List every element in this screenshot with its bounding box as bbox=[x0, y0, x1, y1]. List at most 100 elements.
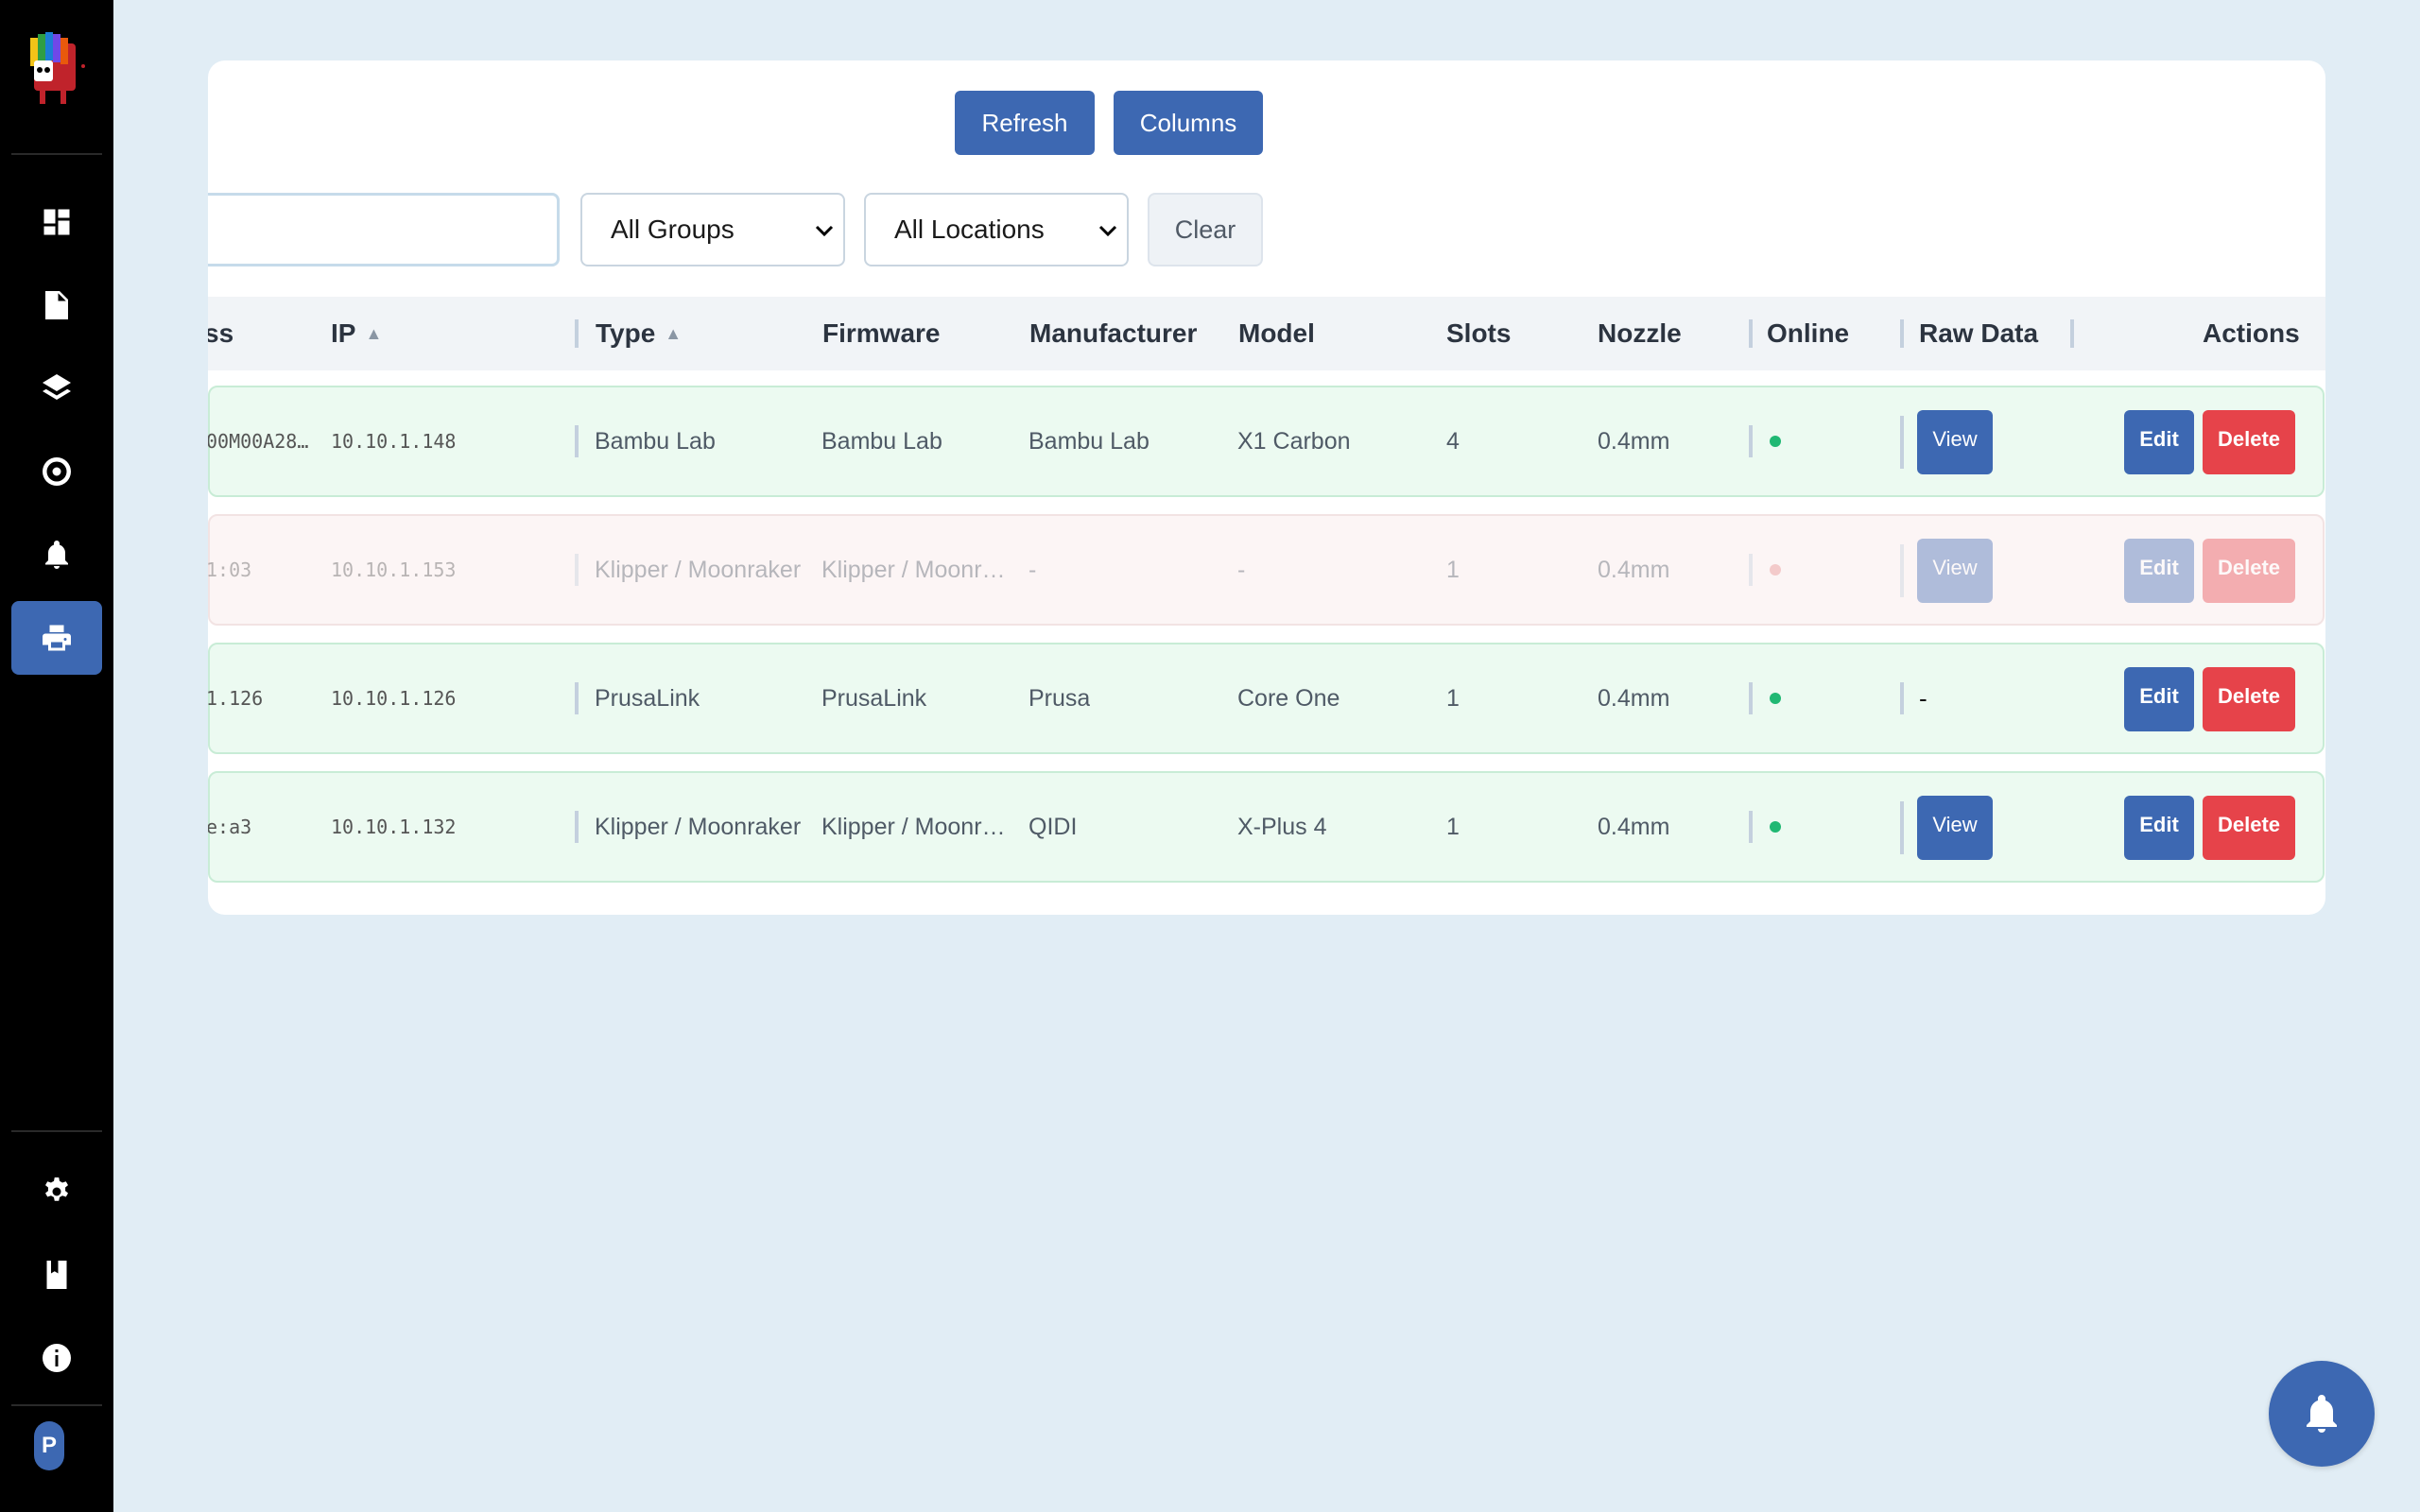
column-header-actions: Actions bbox=[2203, 318, 2300, 348]
column-resize-handle[interactable] bbox=[1749, 319, 1753, 348]
column-header-type[interactable]: Type ▲ bbox=[596, 297, 682, 370]
sidebar-item-layers[interactable] bbox=[11, 352, 102, 425]
cell-address: 1:03 bbox=[208, 558, 252, 581]
cell-model: X1 Carbon bbox=[1237, 427, 1351, 455]
column-header-ip[interactable]: IP ▲ bbox=[331, 297, 382, 370]
cell-firmware: PrusaLink bbox=[821, 685, 927, 712]
group-filter-select[interactable]: All Groups bbox=[580, 193, 845, 266]
column-header-address[interactable]: ss bbox=[208, 297, 233, 370]
view-raw-data-button[interactable]: View bbox=[1917, 410, 1993, 474]
sidebar-item-docs[interactable] bbox=[11, 1238, 102, 1312]
cell-model: - bbox=[1237, 556, 1246, 583]
cell-firmware: Bambu Lab bbox=[821, 428, 942, 455]
cell-divider bbox=[1749, 425, 1753, 457]
sidebar-item-spools[interactable] bbox=[11, 435, 102, 508]
column-header-online[interactable]: Online bbox=[1767, 297, 1849, 370]
edit-button[interactable]: Edit bbox=[2124, 539, 2194, 603]
cell-divider bbox=[575, 682, 579, 714]
chevron-down-icon bbox=[1098, 225, 1117, 237]
view-raw-data-button[interactable]: View bbox=[1917, 539, 1993, 603]
cell-nozzle: 0.4mm bbox=[1598, 684, 1670, 712]
edit-button[interactable]: Edit bbox=[2124, 796, 2194, 860]
cell-nozzle: 0.4mm bbox=[1598, 813, 1670, 840]
cell-slots: 4 bbox=[1446, 427, 1460, 455]
dashboard-icon bbox=[43, 209, 70, 235]
column-header-model[interactable]: Model bbox=[1238, 297, 1315, 370]
chevron-down-icon bbox=[815, 225, 834, 237]
group-filter-value: All Groups bbox=[611, 215, 735, 244]
sidebar-item-about[interactable] bbox=[11, 1321, 102, 1395]
location-filter-value: All Locations bbox=[894, 215, 1045, 244]
search-input[interactable] bbox=[208, 193, 560, 266]
raw-data-empty: - bbox=[1919, 683, 1927, 713]
columns-button[interactable]: Columns bbox=[1114, 91, 1263, 155]
location-filter-select[interactable]: All Locations bbox=[864, 193, 1129, 266]
cell-firmware: Klipper / Moonraker bbox=[821, 557, 1011, 583]
sidebar-item-printers[interactable] bbox=[11, 601, 102, 675]
column-header-raw-data[interactable]: Raw Data bbox=[1919, 297, 2038, 370]
column-resize-handle[interactable] bbox=[575, 319, 579, 348]
bell-icon bbox=[45, 541, 68, 569]
sidebar-divider bbox=[11, 1130, 102, 1132]
cell-address: 1.126 bbox=[208, 687, 264, 710]
cell-manufacturer: - bbox=[1028, 556, 1037, 583]
delete-button[interactable]: Delete bbox=[2203, 796, 2295, 860]
cell-nozzle: 0.4mm bbox=[1598, 556, 1670, 583]
column-resize-handle[interactable] bbox=[1900, 319, 1904, 348]
file-icon bbox=[45, 291, 68, 319]
clear-filters-button[interactable]: Clear bbox=[1148, 193, 1263, 266]
cell-manufacturer: Bambu Lab bbox=[1028, 427, 1150, 455]
edit-button[interactable]: Edit bbox=[2124, 410, 2194, 474]
cell-ip: 10.10.1.153 bbox=[331, 558, 457, 581]
info-icon bbox=[43, 1344, 71, 1372]
cell-divider bbox=[1749, 554, 1753, 586]
avatar[interactable]: P bbox=[34, 1421, 64, 1470]
table-header: ss IP ▲ Type ▲ Firmware Manufacturer Model… bbox=[208, 297, 2325, 370]
offline-status-dot bbox=[1770, 564, 1781, 576]
cell-divider bbox=[1900, 544, 1904, 597]
cell-ip: 10.10.1.126 bbox=[331, 687, 457, 710]
spool-icon bbox=[43, 457, 71, 486]
refresh-button[interactable]: Refresh bbox=[955, 91, 1095, 155]
column-header-slots[interactable]: Slots bbox=[1446, 297, 1511, 370]
sidebar-item-dashboard[interactable] bbox=[11, 185, 102, 259]
online-status-dot bbox=[1770, 693, 1781, 704]
delete-button[interactable]: Delete bbox=[2203, 410, 2295, 474]
cell-model: X-Plus 4 bbox=[1237, 813, 1327, 840]
column-resize-handle[interactable] bbox=[2070, 319, 2074, 348]
sidebar: P bbox=[0, 0, 113, 1512]
printers-card: Refresh Columns All Groups All Locations… bbox=[208, 60, 2325, 915]
cell-divider bbox=[575, 811, 579, 843]
cell-ip: 10.10.1.148 bbox=[331, 430, 457, 453]
table-row: 00M00A280… 10.10.1.148 Bambu Lab Bambu L… bbox=[208, 386, 2325, 497]
cell-divider bbox=[1900, 801, 1904, 854]
cell-nozzle: 0.4mm bbox=[1598, 427, 1670, 455]
cell-type: Bambu Lab bbox=[595, 427, 716, 455]
online-status-dot bbox=[1770, 821, 1781, 833]
cell-divider bbox=[1749, 682, 1753, 714]
cell-firmware: Klipper / Moonraker bbox=[821, 814, 1011, 840]
sidebar-item-notifications[interactable] bbox=[11, 518, 102, 592]
edit-button[interactable]: Edit bbox=[2124, 667, 2194, 731]
online-status-dot bbox=[1770, 436, 1781, 447]
gear-icon bbox=[45, 1177, 68, 1201]
delete-button[interactable]: Delete bbox=[2203, 667, 2295, 731]
notifications-fab-button[interactable] bbox=[2269, 1361, 2375, 1467]
column-header-firmware[interactable]: Firmware bbox=[822, 297, 941, 370]
app-logo[interactable] bbox=[21, 28, 93, 113]
view-raw-data-button[interactable]: View bbox=[1917, 796, 1993, 860]
column-header-manufacturer[interactable]: Manufacturer bbox=[1029, 297, 1197, 370]
cell-manufacturer: QIDI bbox=[1028, 813, 1078, 840]
sort-asc-icon: ▲ bbox=[665, 323, 683, 343]
sidebar-item-settings[interactable] bbox=[11, 1155, 102, 1228]
delete-button[interactable]: Delete bbox=[2203, 539, 2295, 603]
sidebar-item-files[interactable] bbox=[11, 268, 102, 342]
cell-divider bbox=[1900, 416, 1904, 469]
column-header-nozzle[interactable]: Nozzle bbox=[1598, 297, 1682, 370]
printer-icon bbox=[43, 625, 71, 651]
cell-slots: 1 bbox=[1446, 556, 1460, 583]
cell-address: e:a3 bbox=[208, 816, 252, 838]
table-row: e:a3 10.10.1.132 Klipper / Moonraker Kli… bbox=[208, 771, 2325, 883]
bell-icon bbox=[2307, 1395, 2337, 1433]
sidebar-divider bbox=[11, 1404, 102, 1406]
